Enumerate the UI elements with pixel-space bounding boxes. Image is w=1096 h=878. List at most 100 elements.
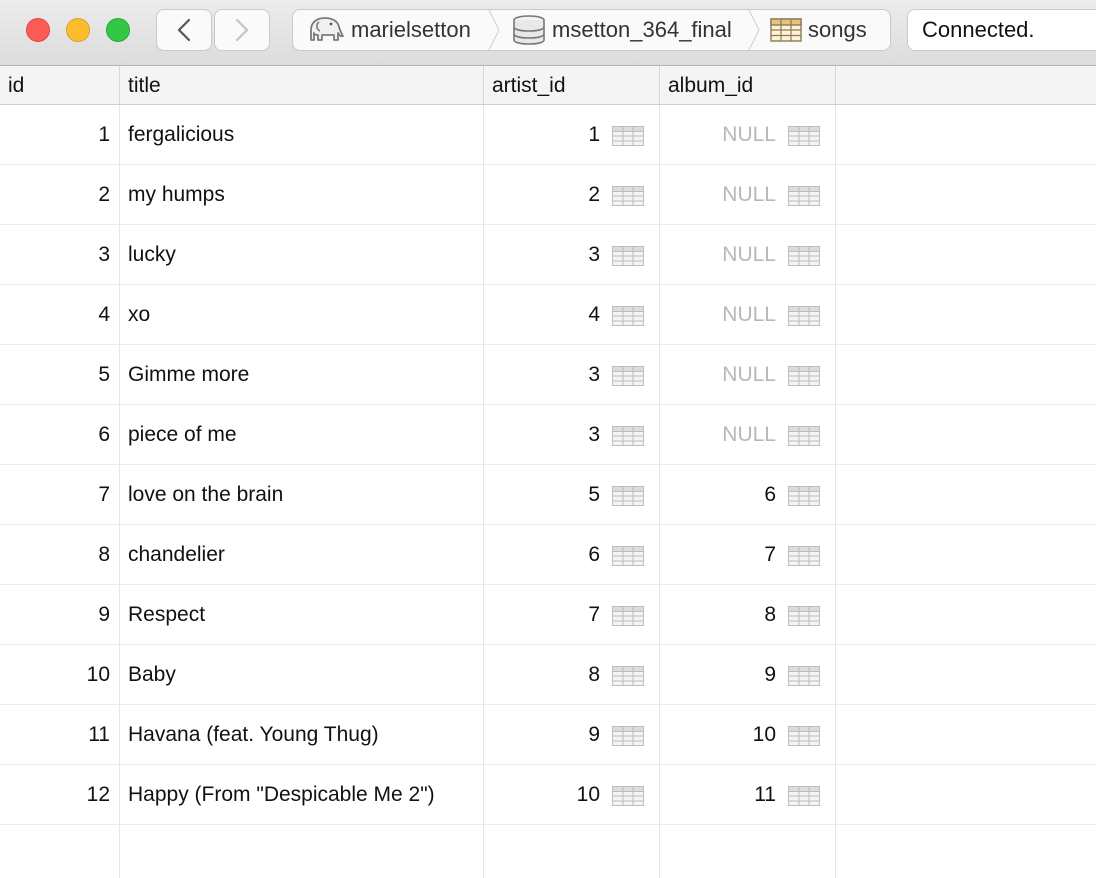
table-row[interactable]: 5 Gimme more 3 NULL: [0, 345, 1096, 405]
column-header-album-id[interactable]: album_id: [660, 66, 836, 104]
cell-artist-id[interactable]: 3: [484, 225, 600, 285]
foreign-key-table-icon[interactable]: [788, 606, 820, 626]
foreign-key-table-icon[interactable]: [788, 786, 820, 806]
cell-album-id[interactable]: NULL: [660, 105, 776, 165]
cell-id[interactable]: 10: [0, 645, 110, 705]
cell-id[interactable]: 5: [0, 345, 110, 405]
cell-title[interactable]: fergalicious: [128, 105, 478, 165]
cell-artist-id[interactable]: 5: [484, 465, 600, 525]
cell-title[interactable]: lucky: [128, 225, 478, 285]
cell-album-id[interactable]: NULL: [660, 405, 776, 465]
foreign-key-table-icon[interactable]: [788, 246, 820, 266]
table-row[interactable]: 6 piece of me 3 NULL: [0, 405, 1096, 465]
foreign-key-table-icon[interactable]: [788, 726, 820, 746]
cell-title[interactable]: Baby: [128, 645, 478, 705]
foreign-key-table-icon[interactable]: [612, 246, 644, 266]
breadcrumb-item-database[interactable]: msetton_364_final: [512, 10, 732, 50]
foreign-key-table-icon[interactable]: [612, 126, 644, 146]
table-row[interactable]: 1 fergalicious 1 NULL: [0, 105, 1096, 165]
breadcrumb-item-table[interactable]: songs: [770, 10, 867, 50]
column-header-title[interactable]: title: [120, 66, 484, 104]
table-row[interactable]: 3 lucky 3 NULL: [0, 225, 1096, 285]
foreign-key-table-icon[interactable]: [788, 666, 820, 686]
foreign-key-table-icon[interactable]: [612, 186, 644, 206]
cell-title[interactable]: piece of me: [128, 405, 478, 465]
cell-id[interactable]: 11: [0, 705, 110, 765]
cell-album-id[interactable]: 10: [660, 705, 776, 765]
foreign-key-table-icon[interactable]: [612, 546, 644, 566]
table-row[interactable]: 12 Happy (From "Despicable Me 2") 10 11: [0, 765, 1096, 825]
foreign-key-table-icon[interactable]: [612, 786, 644, 806]
foreign-key-table-icon[interactable]: [788, 546, 820, 566]
foreign-key-table-icon[interactable]: [788, 486, 820, 506]
cell-title[interactable]: chandelier: [128, 525, 478, 585]
back-button[interactable]: [156, 9, 212, 51]
cell-album-id[interactable]: 8: [660, 585, 776, 645]
table-row[interactable]: 4 xo 4 NULL: [0, 285, 1096, 345]
foreign-key-table-icon[interactable]: [788, 306, 820, 326]
minimize-window-button[interactable]: [66, 18, 90, 42]
foreign-key-table-icon[interactable]: [788, 126, 820, 146]
cell-album-id[interactable]: NULL: [660, 165, 776, 225]
cell-id[interactable]: 7: [0, 465, 110, 525]
table-row[interactable]: 10 Baby 8 9: [0, 645, 1096, 705]
breadcrumb-item-server[interactable]: marielsetton: [305, 10, 471, 50]
column-header-id[interactable]: id: [0, 66, 120, 104]
close-window-button[interactable]: [26, 18, 50, 42]
cell-title[interactable]: xo: [128, 285, 478, 345]
cell-id[interactable]: 1: [0, 105, 110, 165]
cell-artist-id[interactable]: 1: [484, 105, 600, 165]
window-toolbar: marielsetton msetton_364_final songs Con…: [0, 0, 1096, 66]
table-row[interactable]: 8 chandelier 6 7: [0, 525, 1096, 585]
cell-id[interactable]: 6: [0, 405, 110, 465]
foreign-key-table-icon[interactable]: [612, 426, 644, 446]
cell-title[interactable]: my humps: [128, 165, 478, 225]
foreign-key-table-icon[interactable]: [612, 666, 644, 686]
cell-artist-id[interactable]: 10: [484, 765, 600, 825]
foreign-key-table-icon[interactable]: [612, 486, 644, 506]
cell-album-id[interactable]: NULL: [660, 345, 776, 405]
cell-id[interactable]: 4: [0, 285, 110, 345]
cell-album-id[interactable]: 9: [660, 645, 776, 705]
cell-artist-id[interactable]: 3: [484, 405, 600, 465]
cell-album-id[interactable]: 6: [660, 465, 776, 525]
cell-artist-id[interactable]: 6: [484, 525, 600, 585]
cell-id[interactable]: 9: [0, 585, 110, 645]
chevron-left-icon: [177, 18, 191, 42]
cell-title[interactable]: Gimme more: [128, 345, 478, 405]
cell-album-id[interactable]: 11: [660, 765, 776, 825]
table-row[interactable]: 11 Havana (feat. Young Thug) 9 10: [0, 705, 1096, 765]
cell-album-id[interactable]: NULL: [660, 225, 776, 285]
foreign-key-table-icon[interactable]: [612, 306, 644, 326]
cell-album-id[interactable]: 7: [660, 525, 776, 585]
cell-title[interactable]: Happy (From "Despicable Me 2"): [128, 765, 478, 825]
table-row[interactable]: 9 Respect 7 8: [0, 585, 1096, 645]
cell-album-id[interactable]: NULL: [660, 285, 776, 345]
cell-artist-id[interactable]: 7: [484, 585, 600, 645]
cell-artist-id[interactable]: 2: [484, 165, 600, 225]
table-row[interactable]: 7 love on the brain 5 6: [0, 465, 1096, 525]
cell-artist-id[interactable]: 9: [484, 705, 600, 765]
connection-status-text: Connected.: [922, 17, 1035, 42]
cell-id[interactable]: 12: [0, 765, 110, 825]
cell-artist-id[interactable]: 8: [484, 645, 600, 705]
foreign-key-table-icon[interactable]: [788, 186, 820, 206]
elephant-icon: [310, 17, 344, 41]
table-row[interactable]: 2 my humps 2 NULL: [0, 165, 1096, 225]
foreign-key-table-icon[interactable]: [788, 426, 820, 446]
forward-button[interactable]: [214, 9, 270, 51]
foreign-key-table-icon[interactable]: [612, 726, 644, 746]
foreign-key-table-icon[interactable]: [612, 366, 644, 386]
foreign-key-table-icon[interactable]: [612, 606, 644, 626]
cell-id[interactable]: 8: [0, 525, 110, 585]
cell-title[interactable]: Respect: [128, 585, 478, 645]
cell-id[interactable]: 3: [0, 225, 110, 285]
cell-artist-id[interactable]: 4: [484, 285, 600, 345]
cell-title[interactable]: Havana (feat. Young Thug): [128, 705, 478, 765]
cell-id[interactable]: 2: [0, 165, 110, 225]
foreign-key-table-icon[interactable]: [788, 366, 820, 386]
zoom-window-button[interactable]: [106, 18, 130, 42]
cell-artist-id[interactable]: 3: [484, 345, 600, 405]
column-header-artist-id[interactable]: artist_id: [484, 66, 660, 104]
cell-title[interactable]: love on the brain: [128, 465, 478, 525]
